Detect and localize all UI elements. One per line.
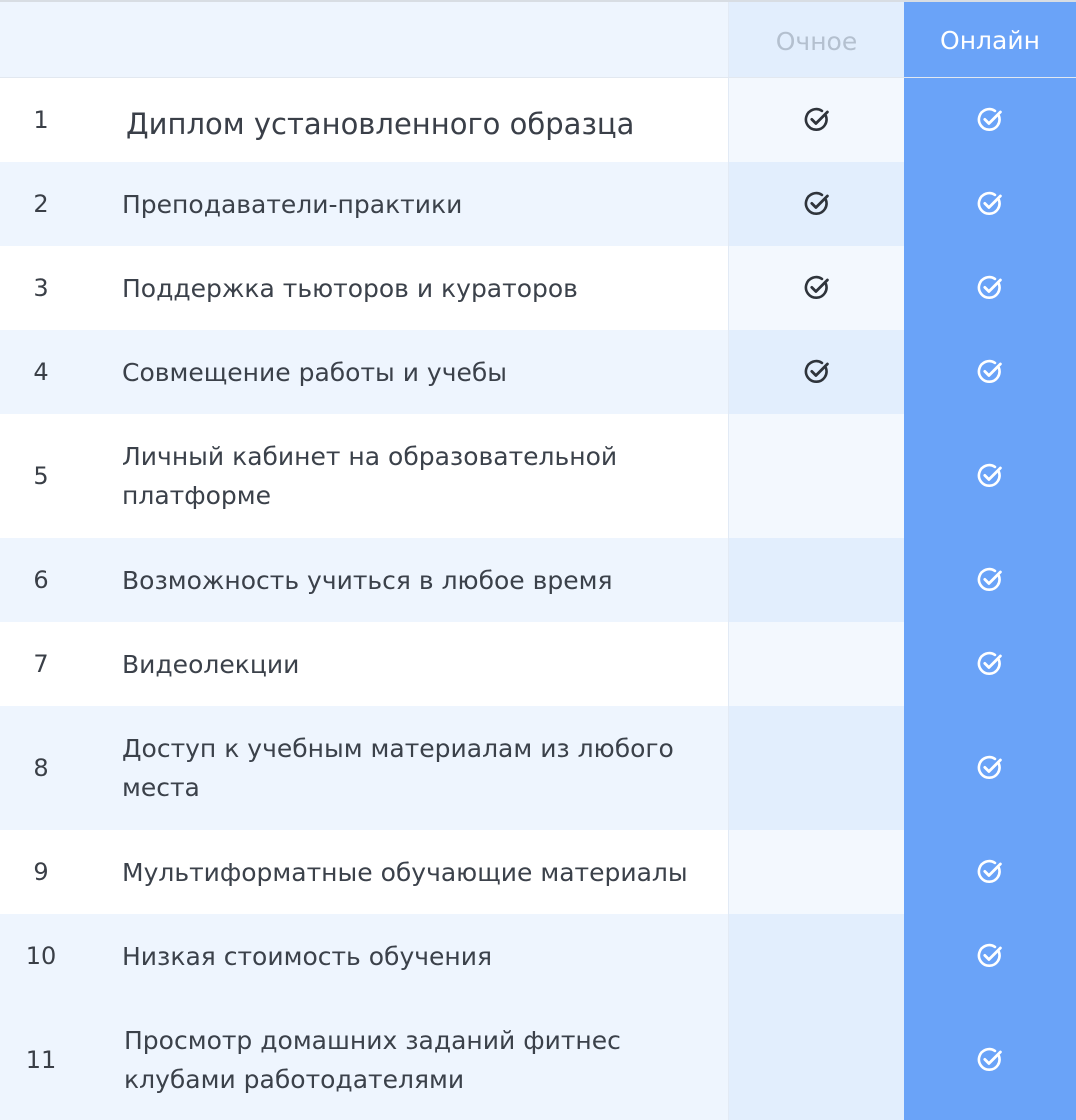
online-cell (904, 78, 1076, 162)
check-circle-icon (977, 1047, 1003, 1073)
offline-cell (728, 330, 904, 414)
table-row: 10 Низкая стоимость обучения (0, 914, 1076, 998)
header-num-cell (0, 2, 82, 77)
check-circle-icon (977, 567, 1002, 591)
row-label: Диплом установленного образца (126, 106, 635, 141)
offline-cell (728, 998, 904, 1120)
check-circle-icon (977, 1047, 1002, 1071)
check-circle-icon (977, 107, 1003, 133)
offline-cell (728, 78, 904, 162)
row-label: Просмотр домашних заданий фитнес клубами… (124, 1026, 621, 1094)
row-number: 10 (25, 942, 57, 970)
table-row: 3 Поддержка тьюторов и кураторов (0, 246, 1076, 330)
row-label: Низкая стоимость обучения (122, 941, 493, 971)
offline-cell (728, 706, 904, 830)
check-circle-icon (977, 943, 1003, 969)
row-number: 8 (33, 754, 49, 782)
table-row: 1 Диплом установленного образца (0, 78, 1076, 162)
row-number: 2 (33, 190, 49, 218)
row-label: Преподаватели-практики (122, 189, 463, 219)
check-circle-icon (804, 275, 830, 301)
row-number: 11 (25, 1046, 57, 1074)
header-offline-label: Очное (775, 27, 858, 56)
check-circle-icon (977, 359, 1003, 385)
online-cell (904, 622, 1076, 706)
check-circle-icon (804, 275, 829, 299)
row-number: 3 (33, 274, 49, 302)
check-circle-icon (977, 943, 1002, 967)
row-number: 1 (33, 106, 49, 134)
check-circle-icon (977, 859, 1003, 885)
online-cell (904, 162, 1076, 246)
check-circle-icon (804, 107, 829, 131)
table-row: 11 Просмотр домашних заданий фитнес клуб… (0, 998, 1076, 1120)
table-header: Очное Онлайн (0, 2, 1076, 78)
check-circle-icon (977, 567, 1003, 593)
table-row: 8 Доступ к учебным материалам из любого … (0, 706, 1076, 830)
comparison-table: Очное Онлайн 1 Диплом установленного обр… (0, 0, 1076, 1120)
check-circle-icon (977, 107, 1002, 131)
online-cell (904, 330, 1076, 414)
table-row: 2 Преподаватели-практики (0, 162, 1076, 246)
check-circle-icon (804, 191, 830, 217)
check-circle-icon (977, 463, 1003, 489)
row-label: Доступ к учебным материалам из любого ме… (122, 734, 674, 802)
check-circle-icon (977, 755, 1002, 779)
offline-cell (728, 622, 904, 706)
header-online-cell: Онлайн (904, 2, 1076, 77)
online-cell (904, 414, 1076, 538)
online-cell (904, 538, 1076, 622)
check-circle-icon (977, 275, 1002, 299)
row-number: 7 (33, 650, 49, 678)
table-row: 7 Видеолекции (0, 622, 1076, 706)
online-cell (904, 246, 1076, 330)
check-circle-icon (977, 275, 1003, 301)
row-number: 5 (33, 462, 49, 490)
check-circle-icon (804, 359, 830, 385)
row-number: 9 (33, 858, 49, 886)
check-circle-icon (804, 359, 829, 383)
row-number: 6 (33, 566, 49, 594)
online-cell (904, 830, 1076, 914)
table-row: 6 Возможность учиться в любое время (0, 538, 1076, 622)
check-circle-icon (977, 463, 1002, 487)
row-label: Личный кабинет на образовательной платфо… (122, 442, 618, 510)
header-label-cell (82, 2, 728, 77)
check-circle-icon (804, 191, 829, 215)
row-label: Мультиформатные обучающие материалы (122, 857, 688, 887)
row-label: Совмещение работы и учебы (122, 357, 508, 387)
offline-cell (728, 246, 904, 330)
check-circle-icon (977, 191, 1002, 215)
row-label: Видеолекции (122, 649, 300, 679)
check-circle-icon (977, 859, 1002, 883)
check-circle-icon (804, 107, 830, 133)
check-circle-icon (977, 359, 1002, 383)
online-cell (904, 706, 1076, 830)
header-offline-cell: Очное (728, 2, 904, 77)
offline-cell (728, 914, 904, 998)
online-cell (904, 998, 1076, 1120)
offline-cell (728, 162, 904, 246)
check-circle-icon (977, 191, 1003, 217)
row-number: 4 (33, 358, 49, 386)
header-online-label: Онлайн (940, 26, 1040, 55)
table-row: 4 Совмещение работы и учебы (0, 330, 1076, 414)
check-circle-icon (977, 755, 1003, 781)
check-circle-icon (977, 651, 1003, 677)
row-label: Возможность учиться в любое время (122, 565, 613, 595)
offline-cell (728, 830, 904, 914)
check-circle-icon (977, 651, 1002, 675)
offline-cell (728, 414, 904, 538)
offline-cell (728, 538, 904, 622)
row-label: Поддержка тьюторов и кураторов (122, 273, 578, 303)
table-row: 5 Личный кабинет на образовательной плат… (0, 414, 1076, 538)
table-row: 9 Мультиформатные обучающие материалы (0, 830, 1076, 914)
online-cell (904, 914, 1076, 998)
